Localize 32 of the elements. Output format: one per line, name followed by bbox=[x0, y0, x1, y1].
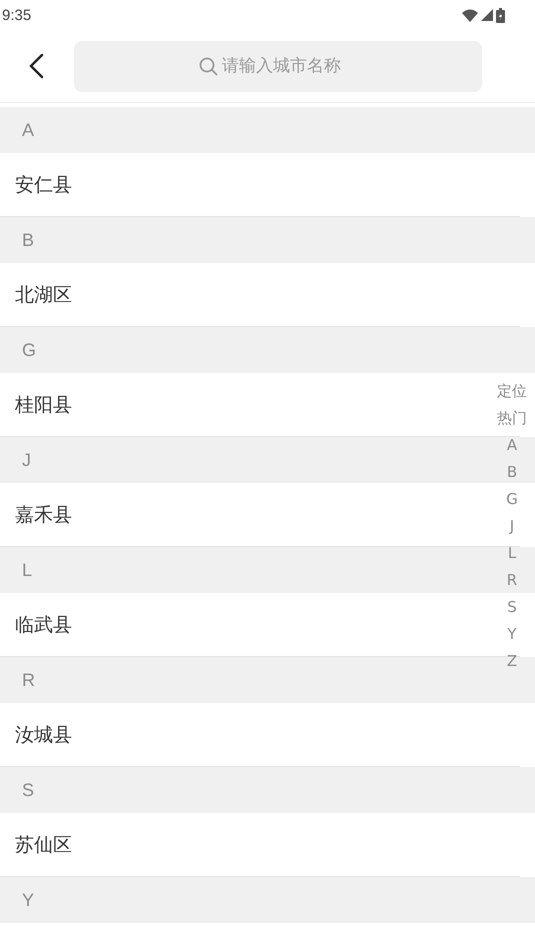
index-item[interactable]: S bbox=[507, 594, 517, 621]
city-name[interactable]: 安仁县 bbox=[15, 172, 72, 198]
city-name[interactable]: 苏仙区 bbox=[15, 832, 72, 858]
section-letter: S bbox=[22, 780, 34, 800]
index-item[interactable]: G bbox=[506, 486, 518, 513]
section-letter: J bbox=[22, 450, 31, 470]
index-item[interactable]: Z bbox=[506, 648, 518, 675]
section-letter: Y bbox=[22, 890, 34, 910]
index-item[interactable]: A bbox=[506, 432, 518, 459]
city-name[interactable]: 汝城县 bbox=[15, 722, 72, 748]
search-field[interactable]: 请输入城市名称 bbox=[74, 40, 482, 92]
index-item[interactable]: L bbox=[508, 540, 516, 567]
city-name[interactable]: 临武县 bbox=[15, 612, 72, 638]
city-name[interactable]: 嘉禾县 bbox=[15, 502, 72, 528]
index-item[interactable]: Y bbox=[507, 621, 517, 648]
city-name[interactable]: 北湖区 bbox=[15, 282, 72, 308]
section-letter: G bbox=[22, 340, 36, 360]
index-item[interactable]: R bbox=[506, 567, 518, 594]
index-item[interactable]: 热门 bbox=[497, 405, 527, 432]
city-name[interactable]: 桂阳县 bbox=[15, 392, 72, 418]
status-time: 9:35 bbox=[2, 6, 32, 24]
signal-icon bbox=[481, 9, 493, 21]
index-item[interactable]: B bbox=[506, 459, 518, 486]
chevron-left-icon bbox=[28, 53, 44, 79]
index-item[interactable]: 定位 bbox=[497, 378, 527, 405]
battery-icon bbox=[496, 8, 505, 22]
section-letter: L bbox=[22, 560, 32, 580]
wifi-icon bbox=[462, 8, 478, 22]
index-item[interactable]: J bbox=[510, 513, 514, 540]
section-letter: R bbox=[22, 670, 35, 690]
section-letter: A bbox=[22, 120, 34, 140]
section-letter: B bbox=[22, 230, 34, 250]
